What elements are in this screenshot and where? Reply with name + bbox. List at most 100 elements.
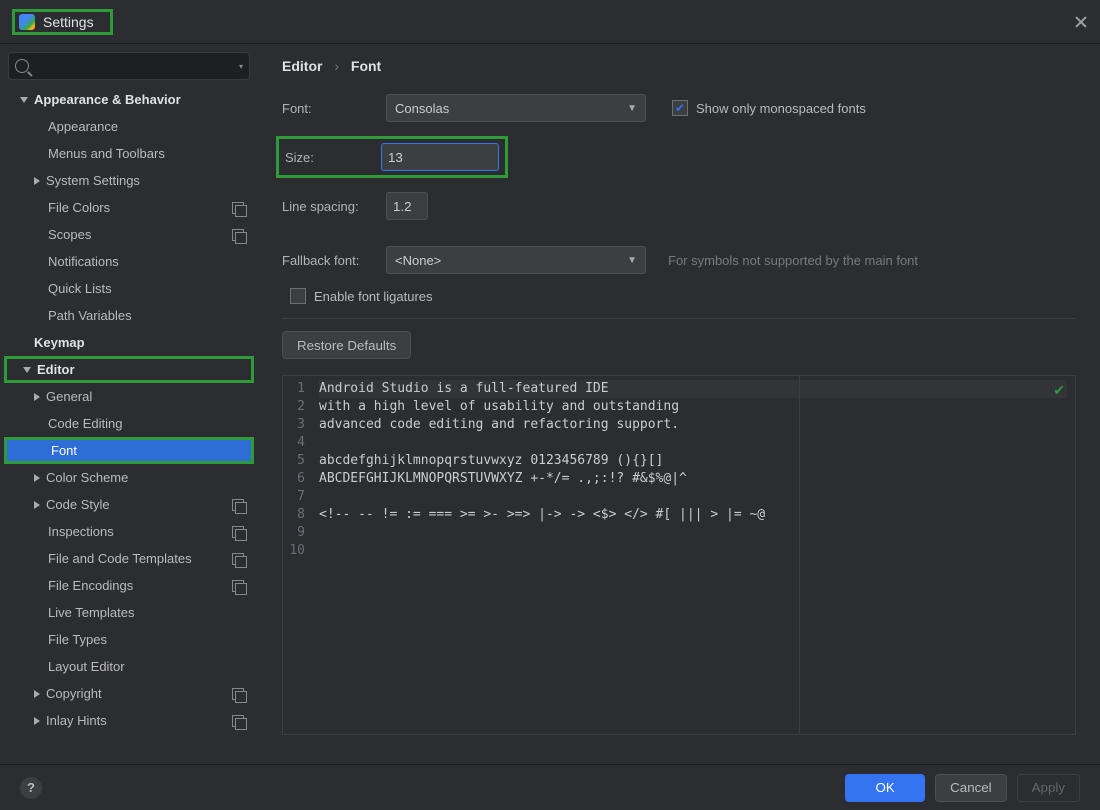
tree-file-code-templates[interactable]: File and Code Templates bbox=[4, 545, 254, 572]
line-spacing-label: Line spacing: bbox=[282, 199, 372, 214]
font-value: Consolas bbox=[395, 101, 449, 116]
tree-notifications[interactable]: Notifications bbox=[4, 248, 254, 275]
code-line: Android Studio is a full-featured IDE bbox=[319, 380, 1067, 398]
scheme-icon bbox=[232, 553, 244, 565]
gutter-line: 4 bbox=[283, 434, 305, 452]
search-input-wrap[interactable]: ▾ bbox=[8, 52, 250, 80]
size-input[interactable] bbox=[381, 143, 499, 171]
font-preview: ✔ 12345678910 Android Studio is a full-f… bbox=[282, 375, 1076, 735]
gutter: 12345678910 bbox=[283, 376, 311, 734]
app-icon bbox=[19, 14, 35, 30]
chevron-right-icon bbox=[34, 690, 40, 698]
gutter-line: 7 bbox=[283, 488, 305, 506]
ligatures-checkbox-wrap[interactable]: Enable font ligatures bbox=[290, 288, 433, 304]
monospaced-checkbox-wrap[interactable]: Show only monospaced fonts bbox=[672, 100, 866, 116]
tree-file-colors[interactable]: File Colors bbox=[4, 194, 254, 221]
chevron-down-icon bbox=[23, 367, 31, 373]
scheme-icon bbox=[232, 526, 244, 538]
code-line bbox=[319, 524, 1067, 542]
tree-code-style[interactable]: Code Style bbox=[4, 491, 254, 518]
code-line: ABCDEFGHIJKLMNOPQRSTUVWXYZ +-*/= .,;:!? … bbox=[319, 470, 1067, 488]
tree-live-templates[interactable]: Live Templates bbox=[4, 599, 254, 626]
gutter-line: 6 bbox=[283, 470, 305, 488]
row-line-spacing: Line spacing: bbox=[282, 192, 1076, 220]
code-line bbox=[319, 488, 1067, 506]
scheme-icon bbox=[232, 499, 244, 511]
tree-copyright[interactable]: Copyright bbox=[4, 680, 254, 707]
body: ▾ Appearance & Behavior Appearance Menus… bbox=[0, 44, 1100, 764]
code-area[interactable]: Android Studio is a full-featured IDEwit… bbox=[311, 376, 1075, 734]
tree-general[interactable]: General bbox=[4, 383, 254, 410]
scheme-icon bbox=[232, 202, 244, 214]
divider bbox=[282, 318, 1076, 319]
label: Appearance & Behavior bbox=[34, 92, 181, 107]
code-line: advanced code editing and refactoring su… bbox=[319, 416, 1067, 434]
fallback-value: <None> bbox=[395, 253, 441, 268]
row-font: Font: Consolas ▼ Show only monospaced fo… bbox=[282, 94, 1076, 122]
chevron-right-icon bbox=[34, 474, 40, 482]
font-dropdown[interactable]: Consolas ▼ bbox=[386, 94, 646, 122]
checkbox-icon bbox=[672, 100, 688, 116]
fallback-dropdown[interactable]: <None> ▼ bbox=[386, 246, 646, 274]
tree-system-settings[interactable]: System Settings bbox=[4, 167, 254, 194]
ligatures-label: Enable font ligatures bbox=[314, 289, 433, 304]
cancel-button[interactable]: Cancel bbox=[935, 774, 1007, 802]
titlebar: Settings bbox=[0, 0, 1100, 44]
row-ligatures: Enable font ligatures bbox=[290, 288, 1076, 304]
tree-layout-editor[interactable]: Layout Editor bbox=[4, 653, 254, 680]
monospaced-label: Show only monospaced fonts bbox=[696, 101, 866, 116]
apply-button[interactable]: Apply bbox=[1017, 774, 1080, 802]
tree-file-encodings[interactable]: File Encodings bbox=[4, 572, 254, 599]
footer: ? OK Cancel Apply bbox=[0, 764, 1100, 810]
size-highlight-box: Size: bbox=[276, 136, 508, 178]
breadcrumb-editor[interactable]: Editor bbox=[282, 58, 322, 74]
tree-file-types[interactable]: File Types bbox=[4, 626, 254, 653]
help-button[interactable]: ? bbox=[20, 777, 42, 799]
gutter-line: 5 bbox=[283, 452, 305, 470]
check-icon: ✔ bbox=[1053, 382, 1065, 399]
fallback-hint: For symbols not supported by the main fo… bbox=[668, 253, 918, 268]
breadcrumb: Editor › Font bbox=[282, 58, 1076, 74]
ok-button[interactable]: OK bbox=[845, 774, 925, 802]
tree-quick-lists[interactable]: Quick Lists bbox=[4, 275, 254, 302]
preview-splitter[interactable] bbox=[799, 376, 800, 734]
chevron-down-icon: ▼ bbox=[627, 103, 637, 114]
gutter-line: 3 bbox=[283, 416, 305, 434]
scheme-icon bbox=[232, 688, 244, 700]
code-line bbox=[319, 542, 1067, 560]
breadcrumb-sep-icon: › bbox=[334, 58, 339, 74]
search-dropdown-icon[interactable]: ▾ bbox=[239, 62, 243, 71]
breadcrumb-font: Font bbox=[351, 58, 381, 74]
tree-appearance-behavior[interactable]: Appearance & Behavior bbox=[4, 86, 254, 113]
tree-code-editing[interactable]: Code Editing bbox=[4, 410, 254, 437]
chevron-right-icon bbox=[34, 177, 40, 185]
search-input[interactable] bbox=[35, 59, 235, 74]
tree-color-scheme[interactable]: Color Scheme bbox=[4, 464, 254, 491]
footer-buttons: OK Cancel Apply bbox=[845, 774, 1080, 802]
line-spacing-input[interactable] bbox=[386, 192, 428, 220]
gutter-line: 10 bbox=[283, 542, 305, 560]
tree-scopes[interactable]: Scopes bbox=[4, 221, 254, 248]
chevron-right-icon bbox=[34, 393, 40, 401]
gutter-line: 1 bbox=[283, 380, 305, 398]
gutter-line: 9 bbox=[283, 524, 305, 542]
tree-path-variables[interactable]: Path Variables bbox=[4, 302, 254, 329]
chevron-right-icon bbox=[34, 717, 40, 725]
tree-keymap[interactable]: Keymap bbox=[4, 329, 254, 356]
tree-font[interactable]: Font bbox=[4, 437, 254, 464]
tree-inspections[interactable]: Inspections bbox=[4, 518, 254, 545]
chevron-right-icon bbox=[34, 501, 40, 509]
gutter-line: 8 bbox=[283, 506, 305, 524]
search-icon bbox=[15, 59, 29, 73]
row-size: Size: bbox=[276, 136, 1076, 178]
settings-tree: Appearance & Behavior Appearance Menus a… bbox=[4, 86, 254, 734]
tree-inlay-hints[interactable]: Inlay Hints bbox=[4, 707, 254, 734]
tree-editor[interactable]: Editor bbox=[4, 356, 254, 383]
restore-defaults-button[interactable]: Restore Defaults bbox=[282, 331, 411, 359]
code-line: <!-- -- != := === >= >- >=> |-> -> <$> <… bbox=[319, 506, 1067, 524]
close-icon[interactable] bbox=[1074, 15, 1088, 29]
tree-appearance[interactable]: Appearance bbox=[4, 113, 254, 140]
tree-menus-toolbars[interactable]: Menus and Toolbars bbox=[4, 140, 254, 167]
code-line bbox=[319, 434, 1067, 452]
font-label: Font: bbox=[282, 101, 372, 116]
